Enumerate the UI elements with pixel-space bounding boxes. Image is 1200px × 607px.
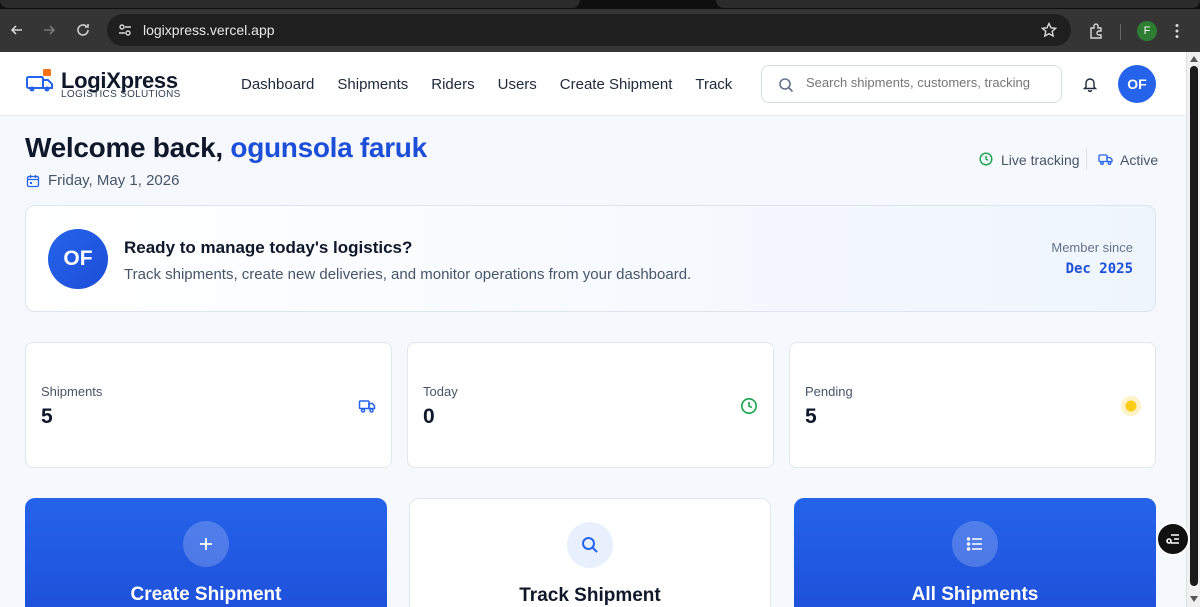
search-box: [761, 65, 1062, 103]
nav-dashboard[interactable]: Dashboard: [241, 76, 314, 93]
user-avatar[interactable]: OF: [1118, 65, 1156, 103]
profile-avatar[interactable]: F: [1137, 21, 1157, 41]
bookmark-star-icon[interactable]: [1041, 22, 1057, 38]
active-status-label: Active: [1120, 152, 1159, 168]
stat-card-shipments[interactable]: Shipments 5: [25, 342, 392, 468]
action-title: All Shipments: [911, 584, 1039, 605]
search-icon: [779, 78, 794, 93]
url-text[interactable]: logixpress.vercel.app: [143, 22, 275, 38]
track-shipment-card[interactable]: Track Shipment: [409, 498, 771, 607]
action-title: Create Shipment: [130, 584, 282, 605]
stat-label: Shipments: [41, 384, 103, 399]
welcome-banner: OF Ready to manage today's logistics? Tr…: [25, 205, 1156, 312]
nav-create-shipment[interactable]: Create Shipment: [560, 76, 673, 93]
plus-icon: [183, 521, 229, 567]
nav-track[interactable]: Track: [695, 76, 732, 93]
banner-avatar: OF: [48, 229, 108, 289]
scrollbar-thumb[interactable]: [1190, 66, 1198, 586]
welcome-heading: Welcome back, ogunsola faruk: [25, 132, 427, 164]
live-tracking-label: Live tracking: [1001, 152, 1080, 168]
nav-riders[interactable]: Riders: [431, 76, 474, 93]
truck-icon: [358, 400, 376, 413]
list-icon: [952, 521, 998, 567]
search-icon: [567, 522, 613, 568]
truck-logo-icon[interactable]: [26, 68, 54, 94]
truck-icon: [1098, 154, 1113, 165]
app-page: LogiXpress LOGISTICS SOLUTIONS Dashboard…: [0, 52, 1186, 607]
brand-subtitle: LOGISTICS SOLUTIONS: [61, 89, 181, 100]
main-nav: Dashboard Shipments Riders Users Create …: [241, 76, 755, 93]
stat-label: Today: [423, 384, 458, 399]
page-scrollbar[interactable]: [1186, 52, 1200, 607]
app-header: LogiXpress LOGISTICS SOLUTIONS Dashboard…: [0, 52, 1186, 116]
stat-value: 5: [41, 405, 53, 428]
welcome-name: ogunsola faruk: [230, 132, 427, 163]
notification-bell-icon[interactable]: [1082, 76, 1098, 92]
site-settings-icon[interactable]: [117, 22, 133, 38]
stat-label: Pending: [805, 384, 853, 399]
dot-icon: [1121, 396, 1141, 416]
browser-tab-strip: [0, 0, 1200, 9]
floating-menu-button[interactable]: [1156, 522, 1190, 556]
current-date: Friday, May 1, 2026: [48, 172, 180, 189]
reload-icon[interactable]: [72, 19, 94, 41]
banner-title: Ready to manage today's logistics?: [124, 238, 413, 257]
banner-subtitle: Track shipments, create new deliveries, …: [124, 266, 692, 283]
forward-icon[interactable]: [38, 19, 60, 41]
nav-users[interactable]: Users: [498, 76, 537, 93]
stat-card-pending[interactable]: Pending 5: [789, 342, 1156, 468]
welcome-greeting: Welcome back,: [25, 132, 223, 163]
date-row: Friday, May 1, 2026: [26, 172, 179, 189]
stat-value: 5: [805, 405, 817, 428]
clock-icon: [741, 398, 757, 414]
nav-shipments[interactable]: Shipments: [337, 76, 408, 93]
stat-value: 0: [423, 405, 435, 428]
create-shipment-card[interactable]: Create Shipment: [25, 498, 387, 607]
more-menu-icon[interactable]: [1168, 22, 1186, 40]
scroll-down-icon[interactable]: [1190, 596, 1198, 602]
all-shipments-card[interactable]: All Shipments: [794, 498, 1156, 607]
calendar-icon: [26, 174, 40, 187]
status-divider: [1086, 148, 1087, 170]
clock-icon: [979, 152, 993, 166]
member-since-value: Dec 2025: [1065, 261, 1133, 277]
browser-tab[interactable]: [716, 0, 1200, 8]
action-title: Track Shipment: [519, 585, 661, 606]
extensions-icon[interactable]: [1087, 22, 1105, 40]
stat-card-today[interactable]: Today 0: [407, 342, 774, 468]
browser-toolbar: logixpress.vercel.app F: [0, 9, 1200, 52]
address-bar[interactable]: logixpress.vercel.app: [107, 14, 1071, 46]
member-since-label: Member since: [1051, 240, 1133, 255]
search-input[interactable]: [806, 75, 1056, 90]
toolbar-divider: [1120, 24, 1121, 40]
back-icon[interactable]: [6, 19, 28, 41]
scroll-up-icon[interactable]: [1190, 56, 1198, 62]
browser-tab[interactable]: [0, 0, 580, 8]
